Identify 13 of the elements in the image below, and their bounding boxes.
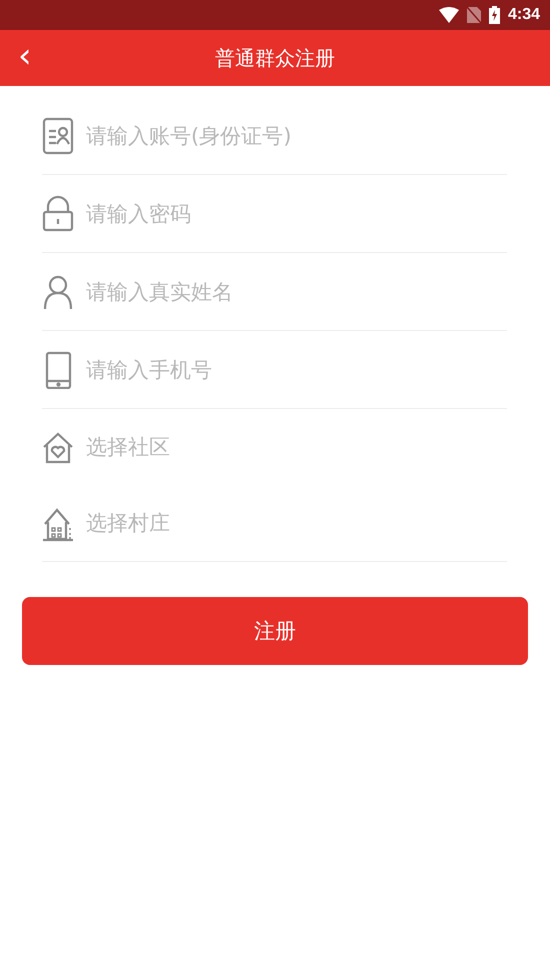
text-input-field[interactable]: 请输入真实姓名 <box>86 276 507 308</box>
no-sim-icon <box>466 7 481 23</box>
register-button[interactable]: 注册 <box>22 597 528 665</box>
back-button[interactable]: ‹ <box>12 38 38 74</box>
page-title: 普通群众注册 <box>215 44 335 72</box>
wifi-icon <box>438 7 459 23</box>
text-input-field[interactable]: 请输入账号(身份证号) <box>86 120 507 152</box>
lock-icon <box>42 194 74 232</box>
text-input-field[interactable]: 请输入密码 <box>86 198 507 230</box>
battery-charging-icon <box>488 6 500 24</box>
clock-time: 4:34 <box>508 6 540 24</box>
id-card-icon <box>42 116 74 154</box>
text-input-field[interactable]: 请输入手机号 <box>86 354 507 386</box>
